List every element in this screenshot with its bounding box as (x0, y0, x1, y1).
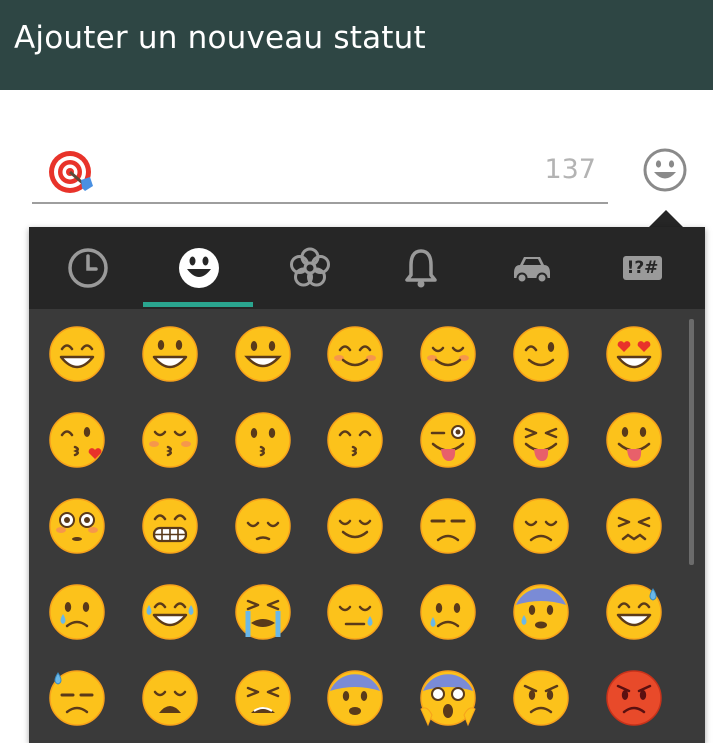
emoji-grid (29, 309, 689, 743)
tears-of-joy-face-emoji[interactable] (141, 583, 199, 641)
confounded-face-emoji[interactable] (605, 497, 663, 555)
tab-nature[interactable] (254, 227, 365, 309)
grinning-face-big-eyes-emoji[interactable] (141, 325, 199, 383)
unamused-face-emoji[interactable] (419, 497, 477, 555)
popup-pointer (648, 210, 684, 228)
screaming-face-emoji[interactable] (419, 669, 477, 727)
grinning-face-emoji[interactable] (48, 325, 106, 383)
status-input[interactable]: 137 (32, 140, 608, 204)
grinning-face-simple-emoji[interactable] (234, 325, 292, 383)
downcast-sweat-face-emoji[interactable] (48, 669, 106, 727)
direct-hit-target-icon (49, 151, 93, 193)
flower-icon (289, 247, 330, 287)
app-bar: Ajouter un nouveau statut (0, 0, 713, 90)
tab-objects[interactable] (365, 227, 476, 309)
anxious-sweat-face-emoji[interactable] (512, 583, 570, 641)
character-counter: 137 (544, 154, 596, 185)
sleepy-face-emoji[interactable] (326, 583, 384, 641)
tab-recent[interactable] (32, 227, 143, 309)
loudly-crying-face-emoji[interactable] (234, 583, 292, 641)
page-title: Ajouter un nouveau statut (14, 20, 426, 56)
symbols-label: !?# (622, 256, 663, 280)
squinting-tongue-face-emoji[interactable] (512, 411, 570, 469)
tab-people[interactable] (143, 227, 254, 309)
crying-face-emoji[interactable] (48, 583, 106, 641)
weary-face-emoji[interactable] (141, 669, 199, 727)
tab-symbols[interactable]: !?# (587, 227, 698, 309)
clock-icon (67, 248, 108, 288)
disappointed-face-emoji[interactable] (512, 497, 570, 555)
fearful-face-emoji[interactable] (326, 669, 384, 727)
emoji-category-tabs: !?# (29, 227, 705, 309)
relaxed-face-emoji[interactable] (419, 325, 477, 383)
kissing-closed-eyes-emoji[interactable] (141, 411, 199, 469)
car-icon (513, 257, 550, 284)
tired-face-emoji[interactable] (234, 669, 292, 727)
sad-relieved-face-emoji[interactable] (419, 583, 477, 641)
smiley-icon (178, 248, 219, 288)
relieved-face-emoji[interactable] (326, 497, 384, 555)
selected-tab-indicator (143, 302, 253, 307)
tab-places[interactable] (476, 227, 587, 309)
emoji-panel: !?# (29, 227, 705, 743)
grinning-sweat-face-emoji[interactable] (605, 583, 663, 641)
grimacing-face-emoji[interactable] (141, 497, 199, 555)
input-underline (32, 202, 608, 204)
tongue-face-emoji[interactable] (605, 411, 663, 469)
winking-face-emoji[interactable] (512, 325, 570, 383)
pensive-face-emoji[interactable] (234, 497, 292, 555)
flushed-face-emoji[interactable] (48, 497, 106, 555)
angry-face-emoji[interactable] (512, 669, 570, 727)
heart-eyes-face-emoji[interactable] (605, 325, 663, 383)
bell-icon (404, 249, 437, 288)
kissing-face-emoji[interactable] (234, 411, 292, 469)
kissing-smiling-eyes-emoji[interactable] (326, 411, 384, 469)
pouting-red-face-emoji[interactable] (605, 669, 663, 727)
face-blowing-kiss-emoji[interactable] (48, 411, 106, 469)
winking-tongue-face-emoji[interactable] (419, 411, 477, 469)
smiley-face-icon[interactable] (642, 147, 688, 193)
emoji-grid-scrollbar[interactable] (689, 319, 694, 565)
smiling-face-blush-emoji[interactable] (326, 325, 384, 383)
